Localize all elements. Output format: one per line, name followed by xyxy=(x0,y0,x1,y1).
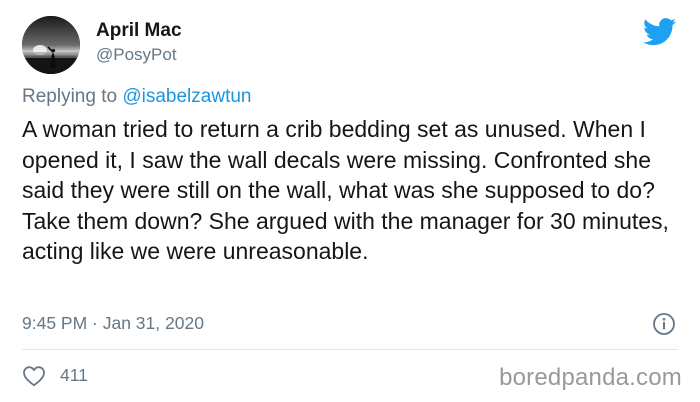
replying-to: Replying to @isabelzawtun xyxy=(22,86,251,108)
tweet-card: April Mac @PosyPot Replying to @isabelza… xyxy=(0,0,700,402)
heart-icon[interactable] xyxy=(22,365,46,387)
replying-prefix: Replying to xyxy=(22,86,118,107)
like-count: 411 xyxy=(60,365,88,385)
author-handle[interactable]: @PosyPot xyxy=(96,45,177,65)
info-icon[interactable] xyxy=(652,312,676,336)
twitter-bird-icon[interactable] xyxy=(642,18,677,46)
avatar[interactable] xyxy=(22,16,80,74)
author-name[interactable]: April Mac xyxy=(96,20,182,42)
watermark: boredpanda.com xyxy=(499,364,682,391)
divider xyxy=(22,349,678,350)
tweet-timestamp[interactable]: 9:45 PM · Jan 31, 2020 xyxy=(22,313,204,334)
avatar-image xyxy=(22,16,80,74)
reply-mention-link[interactable]: @isabelzawtun xyxy=(122,86,251,107)
tweet-text: A woman tried to return a crib bedding s… xyxy=(22,116,669,264)
